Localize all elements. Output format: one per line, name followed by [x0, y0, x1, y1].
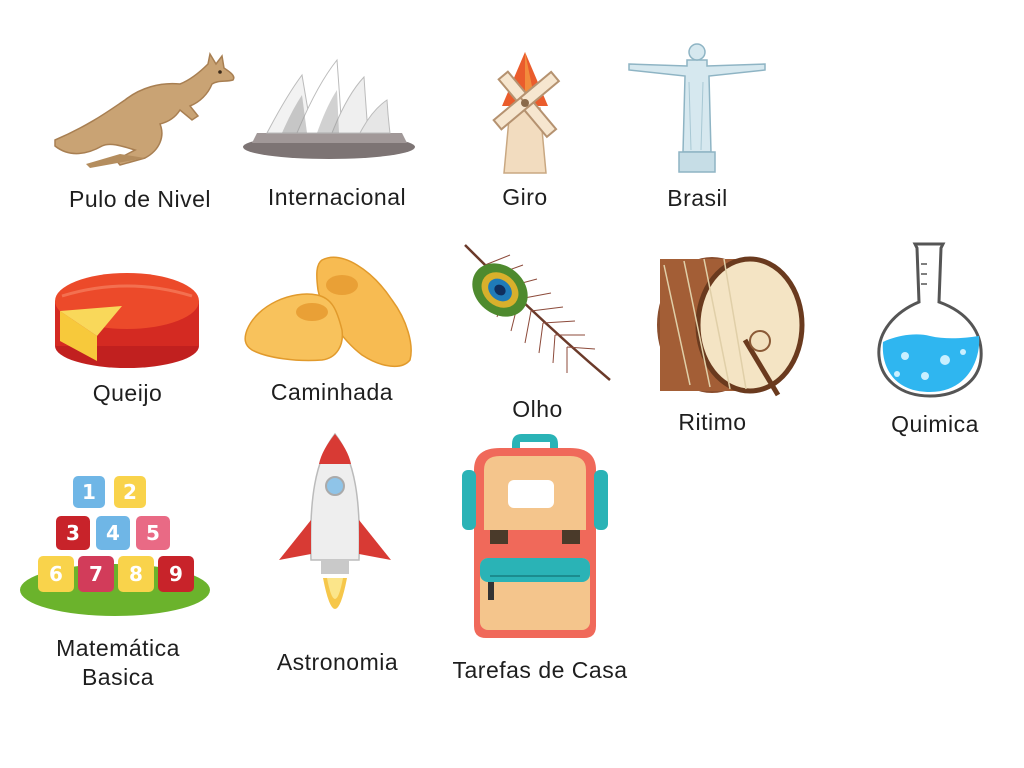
tile-label: Queijo: [92, 380, 163, 406]
tile-label: Quimica: [891, 411, 979, 437]
cheese-icon: [55, 273, 199, 368]
tile-internacional[interactable]: Internacional: [242, 50, 422, 220]
block-1: 1: [82, 480, 96, 504]
flask-icon: [877, 242, 983, 398]
block-3: 3: [66, 521, 80, 545]
peacock-feather-icon: [464, 244, 611, 381]
block-4: 4: [106, 521, 120, 545]
clogs-icon: [244, 256, 412, 367]
tile-label: Astronomia: [276, 649, 399, 675]
number-blocks-icon: 1 2 3 4 5 6 7 8 9: [20, 476, 210, 616]
rocket-icon: [279, 432, 391, 609]
block-5: 5: [146, 521, 160, 545]
tile-olho[interactable]: Olho: [455, 235, 620, 425]
block-8: 8: [129, 562, 143, 586]
tile-brasil[interactable]: Brasil: [625, 42, 770, 217]
block-6: 6: [49, 562, 63, 586]
windmill-icon: [492, 52, 561, 174]
tile-label: Matemática: [56, 635, 180, 661]
tile-ritimo[interactable]: Ritimo: [650, 245, 810, 440]
tile-label: Brasil: [667, 185, 728, 211]
tile-label: Internacional: [267, 184, 407, 210]
tile-label: Ritimo: [678, 409, 747, 435]
drum-icon: [657, 256, 805, 397]
opera-house-icon: [243, 58, 415, 159]
tile-label-line2: Basica: [81, 664, 155, 690]
tile-label: Pulo de Nivel: [68, 186, 212, 212]
christ-statue-icon: [628, 43, 766, 173]
tile-astronomia[interactable]: Astronomia: [255, 430, 420, 680]
tile-label: Giro: [502, 184, 548, 210]
tile-queijo[interactable]: Queijo: [50, 266, 205, 411]
tile-caminhada[interactable]: Caminhada: [242, 250, 422, 410]
kangaroo-icon: [54, 51, 235, 168]
block-7: 7: [89, 562, 103, 586]
tile-matematica-basica[interactable]: 1 2 3 4 5 6 7 8 9 Matemática Basica: [18, 470, 218, 695]
tile-tarefas-de-casa[interactable]: Tarefas de Casa: [425, 430, 655, 690]
backpack-icon: [462, 434, 608, 638]
block-9: 9: [169, 562, 183, 586]
block-2: 2: [123, 480, 137, 504]
tile-pulo-de-nivel[interactable]: Pulo de Nivel: [40, 50, 240, 220]
tile-giro[interactable]: Giro: [460, 48, 590, 218]
tile-label: Caminhada: [270, 379, 394, 405]
tile-label: Tarefas de Casa: [452, 657, 628, 683]
tile-quimica[interactable]: Quimica: [870, 240, 1000, 440]
tile-label: Olho: [512, 396, 563, 422]
